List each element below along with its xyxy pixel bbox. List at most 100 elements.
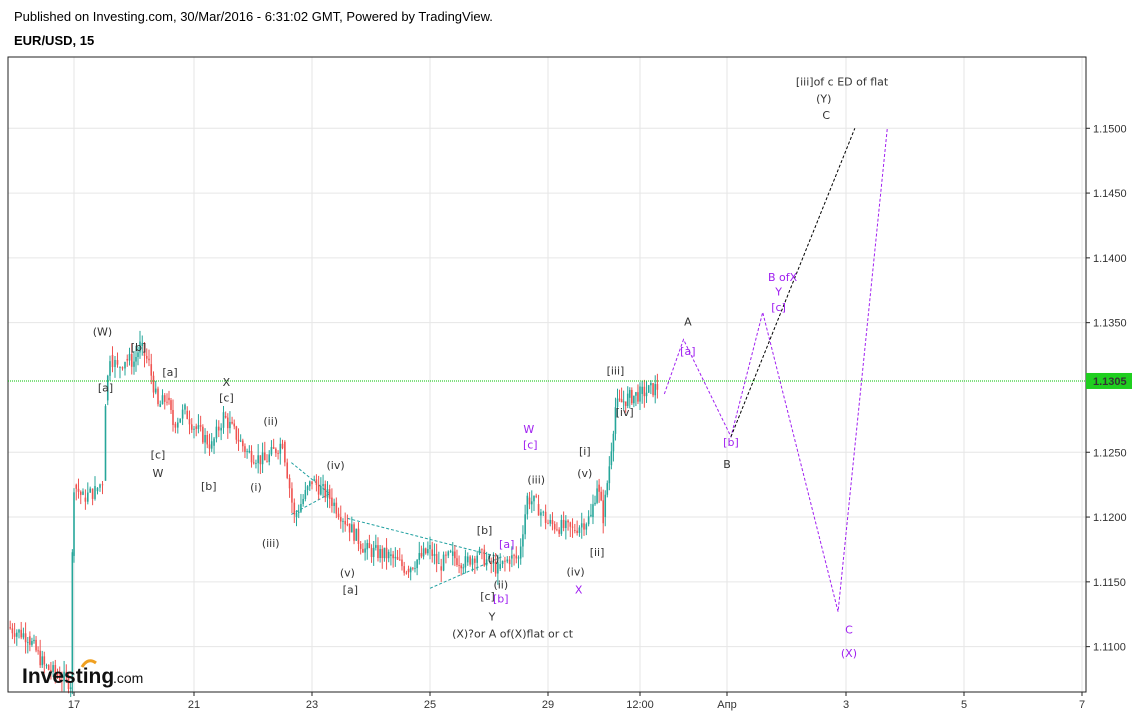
candle-body (333, 502, 335, 506)
candle-body (320, 486, 322, 495)
candle-body (535, 495, 537, 497)
candle-body (193, 428, 195, 430)
candle-body (422, 548, 425, 557)
candle-body (635, 392, 637, 396)
candle-body (311, 481, 313, 485)
candle-body (517, 557, 520, 559)
candle-body (226, 417, 229, 429)
x-tick-label: Апр (717, 699, 736, 711)
candle-body (633, 395, 635, 404)
candle-body (210, 441, 213, 449)
candle-body (403, 566, 405, 573)
candle-body (524, 514, 526, 535)
candle-body (335, 502, 338, 514)
wave-label: (iv) (567, 565, 585, 578)
x-tick-label: 12:00 (626, 699, 654, 711)
candle-body (429, 544, 431, 550)
projection-magenta (663, 128, 888, 612)
wave-label: (iii) (527, 473, 545, 486)
candle-body (213, 438, 215, 446)
y-tick-label: 1.1250 (1093, 447, 1127, 459)
wave-label: (v) (340, 567, 355, 580)
wave-label: Y (774, 285, 782, 298)
candle-body (237, 439, 240, 442)
wave-label: [ii] (590, 546, 605, 559)
wave-label: [b] (131, 341, 147, 354)
logo-suffix: .com (113, 670, 143, 686)
candle-body (602, 500, 604, 524)
x-tick-label: 7 (1079, 699, 1085, 711)
candle-body (35, 639, 37, 651)
candle-body (447, 551, 450, 556)
candle-body (385, 547, 388, 559)
candle-body (128, 353, 131, 361)
candle-body (124, 361, 126, 369)
triangle-line (291, 462, 331, 495)
candle-body (172, 409, 174, 426)
wave-label: X (223, 376, 231, 389)
candle-body (246, 451, 248, 452)
candle-body (578, 527, 581, 533)
candle-body (281, 443, 284, 449)
candle-body (313, 479, 316, 481)
candle-body (268, 454, 271, 462)
candle-body (445, 554, 447, 556)
candle-body (161, 395, 164, 405)
price-chart[interactable]: [iii]of c ED of flat (Y) C (W) [b] [a] [a] X [c]… (0, 0, 1137, 717)
wave-label: (i) (250, 481, 262, 494)
candle-body (154, 388, 157, 393)
wave-label: W (153, 467, 164, 480)
candle-body (370, 548, 373, 557)
candle-body (96, 487, 99, 492)
candle-body (628, 389, 631, 398)
candle-body (346, 524, 349, 526)
wave-label: (X)?or A of(X)flat or ct (452, 628, 574, 641)
candle-body (504, 560, 506, 562)
candle-body (585, 524, 588, 530)
candle-body (392, 554, 394, 559)
candle-body (606, 483, 609, 495)
candle-body (157, 388, 159, 405)
candle-body (152, 375, 155, 393)
wave-label: W (523, 423, 534, 436)
candle-body (217, 426, 220, 431)
candle-body (549, 519, 552, 524)
candle-body (71, 552, 74, 683)
candle-body (515, 555, 518, 559)
candle-body (596, 488, 598, 503)
candle-body (553, 524, 556, 530)
candle-body (526, 495, 529, 515)
candle-body (474, 558, 476, 563)
candle-body (435, 553, 438, 564)
candle-body (438, 563, 440, 564)
candle-body (641, 386, 643, 394)
candle-body (239, 440, 242, 442)
candle-body (133, 361, 135, 367)
candle-body (130, 353, 133, 367)
wave-label: [a] (162, 366, 177, 379)
wave-label: Y (488, 611, 496, 624)
candle-body (37, 650, 39, 652)
candle-body (148, 358, 150, 361)
logo-brand: Investing (22, 665, 114, 688)
x-tick-label: 29 (542, 699, 554, 711)
candle-body (195, 426, 198, 429)
candle-body (454, 551, 456, 559)
axes-layer: 1.1500 1.1450 1.1400 1.1350 1.1250 1.1200 1.11… (7, 56, 1132, 711)
candle-body (462, 567, 465, 569)
y-tick-label: 1.1200 (1093, 512, 1127, 524)
candle-body (594, 502, 596, 505)
candle-body (159, 404, 162, 407)
candle-body (401, 559, 403, 567)
candle-body (466, 556, 469, 563)
candle-body (592, 504, 594, 518)
wave-label: [a] (343, 584, 358, 597)
candle-body (163, 395, 166, 402)
x-tick-label: 23 (306, 699, 318, 711)
candle-body (424, 548, 427, 554)
candle-body (87, 492, 89, 502)
candle-body (270, 447, 273, 455)
wave-label: (Y) (816, 92, 831, 105)
candle-body (612, 433, 615, 452)
candle-body (293, 502, 296, 515)
